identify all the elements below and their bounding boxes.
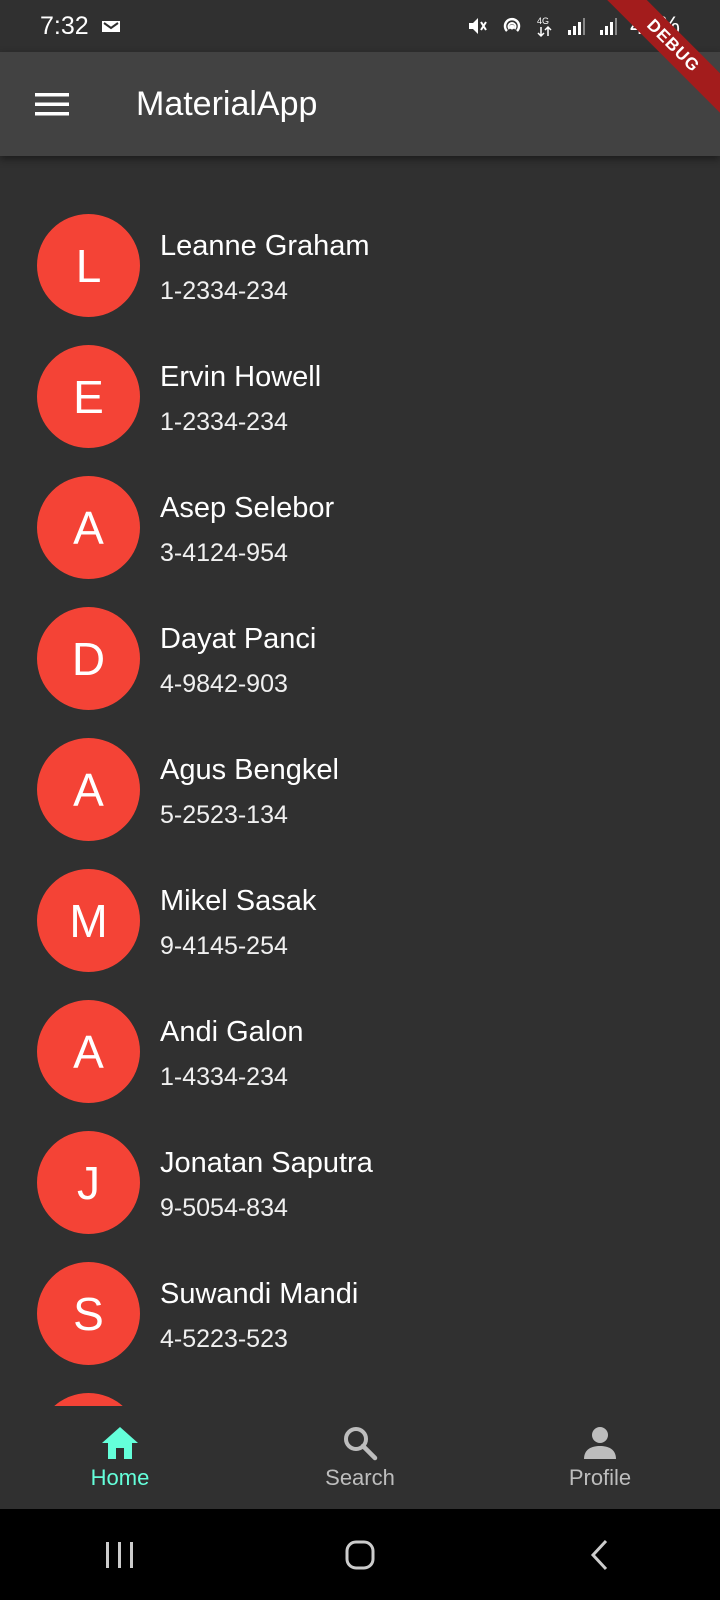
svg-text:4G: 4G [537, 16, 549, 26]
back-button[interactable] [540, 1525, 660, 1585]
contact-list[interactable]: L Leanne Graham 1-2334-234 E Ervin Howel… [0, 156, 720, 1406]
hotspot-icon [500, 14, 524, 38]
tab-home[interactable]: Home [20, 1425, 220, 1491]
list-item[interactable] [0, 1382, 720, 1406]
home-system-button[interactable] [300, 1525, 420, 1585]
contact-phone: 3-4124-954 [160, 539, 288, 567]
contact-phone: 4-9842-903 [160, 670, 288, 698]
recent-apps-icon [106, 1541, 133, 1568]
avatar: D [37, 607, 140, 710]
tab-profile[interactable]: Profile [500, 1425, 700, 1491]
system-navigation-bar [0, 1509, 720, 1600]
mute-icon [466, 15, 488, 37]
page-title: MaterialApp [136, 84, 318, 123]
person-icon [584, 1426, 616, 1459]
tab-search[interactable]: Search [260, 1425, 460, 1491]
status-time: 7:32 [40, 11, 89, 40]
list-item[interactable]: D Dayat Panci 4-9842-903 [0, 596, 720, 727]
contact-phone: 9-5054-834 [160, 1194, 288, 1222]
list-item[interactable]: A Asep Selebor 3-4124-954 [0, 465, 720, 596]
list-item[interactable]: A Agus Bengkel 5-2523-134 [0, 727, 720, 858]
recent-apps-button[interactable] [60, 1525, 180, 1585]
avatar: S [37, 1262, 140, 1365]
list-item[interactable]: E Ervin Howell 1-2334-234 [0, 334, 720, 465]
avatar: L [37, 214, 140, 317]
avatar: J [37, 1131, 140, 1234]
signal-icon [566, 16, 586, 36]
network-4g-icon: 4G [536, 14, 554, 38]
avatar [37, 1393, 140, 1406]
contact-name: Agus Bengkel [160, 754, 339, 786]
contact-phone: 9-4145-254 [160, 932, 288, 960]
contact-phone: 5-2523-134 [160, 801, 288, 829]
notification-icon [101, 18, 123, 34]
contact-name: Suwandi Mandi [160, 1278, 359, 1310]
avatar: E [37, 345, 140, 448]
avatar: A [37, 476, 140, 579]
list-item[interactable]: A Andi Galon 1-4334-234 [0, 989, 720, 1120]
tab-search-label: Search [325, 1464, 395, 1490]
home-circle-icon [345, 1540, 375, 1569]
search-icon [344, 1426, 378, 1460]
list-item[interactable]: L Leanne Graham 1-2334-234 [0, 203, 720, 334]
list-item[interactable]: J Jonatan Saputra 9-5054-834 [0, 1120, 720, 1251]
app-bar: MaterialApp [0, 52, 720, 156]
contact-name: Andi Galon [160, 1016, 304, 1048]
avatar: M [37, 869, 140, 972]
bottom-navigation: Home Search Profile [0, 1406, 720, 1509]
hamburger-menu-icon [35, 93, 69, 116]
contact-name: Jonatan Saputra [160, 1147, 373, 1179]
list-item[interactable]: S Suwandi Mandi 4-5223-523 [0, 1251, 720, 1382]
avatar: A [37, 1000, 140, 1103]
back-chevron-icon [590, 1539, 608, 1570]
tab-profile-label: Profile [568, 1464, 632, 1490]
contact-name: Leanne Graham [160, 230, 370, 262]
contact-name: Dayat Panci [160, 623, 317, 655]
contact-phone: 1-2334-234 [160, 408, 288, 436]
signal-icon [598, 16, 618, 36]
contact-name: Ervin Howell [160, 361, 322, 393]
tab-home-label: Home [90, 1464, 150, 1490]
contact-phone: 1-4334-234 [160, 1063, 288, 1091]
contact-phone: 4-5223-523 [160, 1325, 288, 1353]
avatar: A [37, 738, 140, 841]
status-bar: 7:32 4G 44% [0, 0, 720, 52]
home-icon [102, 1426, 138, 1459]
contact-name: Asep Selebor [160, 492, 335, 524]
contact-phone: 1-2334-234 [160, 277, 288, 305]
menu-button[interactable] [26, 78, 78, 130]
contact-name: Mikel Sasak [160, 885, 317, 917]
list-item[interactable]: M Mikel Sasak 9-4145-254 [0, 858, 720, 989]
